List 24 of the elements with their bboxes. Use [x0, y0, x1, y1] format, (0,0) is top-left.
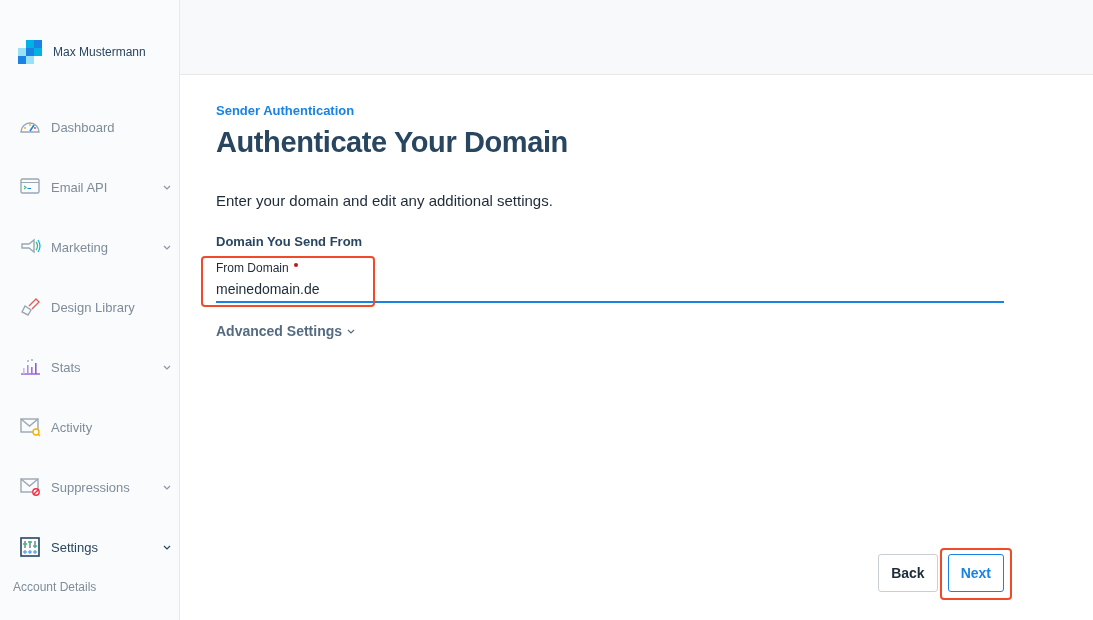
logo-icon	[18, 40, 42, 64]
nav-item[interactable]: Marketing	[0, 236, 179, 258]
primary-button[interactable]: Next	[947, 554, 1004, 592]
envelope-search-icon	[19, 416, 41, 438]
advanced-settings-toggle[interactable]: Advanced Settings	[216, 323, 356, 339]
bar-chart-icon	[19, 356, 41, 378]
nav-subitem[interactable]: Account Details	[0, 580, 97, 595]
secondary-button[interactable]: Back	[878, 554, 938, 592]
intro-text: Enter your domain and edit any additional settings.	[216, 191, 554, 211]
nav-item[interactable]: Design Library	[0, 296, 179, 318]
nav-item[interactable]: Dashboard	[0, 116, 179, 138]
nav-item[interactable]: Suppressions	[0, 476, 179, 498]
account-name: Max Mustermann	[53, 45, 146, 59]
section-title: Domain You Send From	[216, 234, 364, 250]
page-title: Authenticate Your Domain	[216, 125, 569, 159]
pencil-ruler-icon	[19, 296, 41, 318]
nav-item[interactable]: Settings	[0, 536, 179, 558]
sliders-icon	[19, 536, 41, 558]
nav-item[interactable]: Email API	[0, 176, 179, 198]
breadcrumb-title: Sender Authentication	[216, 103, 356, 119]
domain-input-field[interactable]: From Domain meinedomain.de	[216, 261, 1004, 303]
nav-item[interactable]: Stats	[0, 356, 179, 378]
envelope-blocked-icon	[19, 476, 41, 498]
nav-item[interactable]: Activity	[0, 416, 179, 438]
